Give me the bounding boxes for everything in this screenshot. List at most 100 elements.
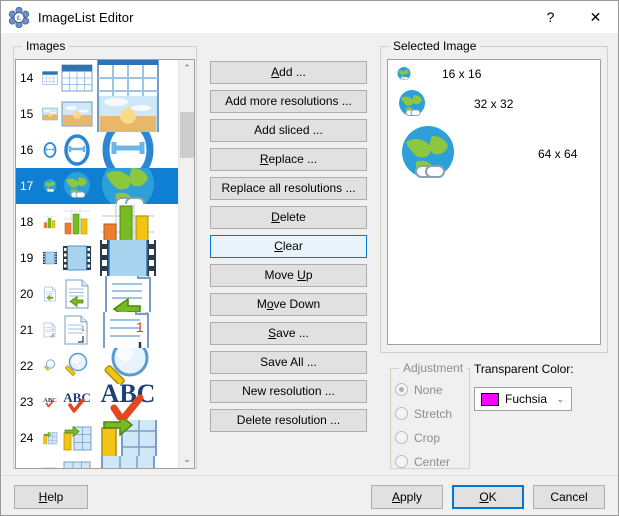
table-insert-row-icon [42,466,58,468]
transparent-color-value: Fuchsia [505,392,556,406]
film-strip-icon [96,240,160,276]
image-list-rows: 14151617181920211112223ABCABCABC2425 [16,60,179,468]
imagelist-editor-dialog: IL ImageList Editor ? ✕ Images 141516171… [0,0,619,516]
chevron-down-icon[interactable]: ⌄ [556,394,569,405]
blue-oval-icon [61,134,93,166]
cancel-button[interactable]: Cancel [533,485,605,509]
selected-image-resolution-row: 16 x 16 [396,66,481,82]
image-list-row[interactable]: 22 [16,348,179,384]
image-list-row-previews [42,60,160,96]
new-resolution-button[interactable]: New resolution ... [210,380,367,403]
document-numbering-icon: 1 [61,314,93,346]
bar-chart-icon [96,204,160,240]
delete-resolution-button[interactable]: Delete resolution ... [210,409,367,432]
image-list-row[interactable]: 15 [16,96,179,132]
image-list-row[interactable]: 24 [16,420,179,456]
selected-image-preview-panel: 16 x 1632 x 3264 x 64 [387,59,601,345]
move-down-button[interactable]: Move Down [210,293,367,316]
adjustment-option-label: None [414,383,443,397]
image-list-row[interactable]: 23ABCABCABC [16,384,179,420]
bar-chart-icon [42,214,58,230]
bar-chart-icon [61,206,93,238]
globe-link-icon [396,88,428,120]
blue-oval-icon [96,132,160,168]
transparent-color-combobox[interactable]: Fuchsia ⌄ [474,387,572,411]
delete-button[interactable]: Delete [210,206,367,229]
save-button[interactable]: Save ... [210,322,367,345]
scroll-up-icon[interactable]: ⌃ [179,60,195,77]
document-green-arrow-icon [61,278,93,310]
action-button-column: Add ... Add more resolutions ... Add slice… [210,61,367,438]
image-list-scrollbar[interactable]: ⌃ ⌄ [178,60,194,468]
move-up-button[interactable]: Move Up [210,264,367,287]
scroll-down-icon[interactable]: ⌄ [179,451,195,468]
image-list-row[interactable]: 21111 [16,312,179,348]
selected-image-resolution-label: 16 x 16 [442,67,481,81]
replace-all-resolutions-button[interactable]: Replace all resolutions ... [210,177,367,200]
abc-spellcheck-icon: ABC [42,394,58,410]
sunset-photo-icon [42,106,58,122]
replace-button[interactable]: Replace ... [210,148,367,171]
image-list-row-index: 24 [16,431,42,445]
adjustment-option-label: Stretch [414,407,452,421]
help-button[interactable]: Help [14,485,88,509]
image-list-row[interactable]: 20 [16,276,179,312]
sunset-photo-icon [61,98,93,130]
adjustment-option-none[interactable]: None [395,379,469,400]
image-list[interactable]: 14151617181920211112223ABCABCABC2425 ⌃ ⌄ [15,59,195,469]
radio-icon[interactable] [395,407,408,420]
add-more-resolutions-button[interactable]: Add more resolutions ... [210,90,367,113]
add-button[interactable]: Add ... [210,61,367,84]
image-list-row[interactable]: 17 [16,168,179,204]
image-list-row[interactable]: 18 [16,204,179,240]
image-list-row-index: 16 [16,143,42,157]
save-all-button[interactable]: Save All ... [210,351,367,374]
clear-button[interactable]: Clear [210,235,367,258]
title-bar: IL ImageList Editor ? ✕ [1,1,618,33]
window-title: ImageList Editor [38,10,134,25]
adjustment-option-label: Crop [414,431,440,445]
adjustment-option-stretch[interactable]: Stretch [395,403,469,424]
adjustment-option-center[interactable]: Center [395,451,469,472]
globe-link-icon [396,66,412,82]
footer-separator [1,475,618,476]
table-grid-icon [42,70,58,86]
table-insert-row-icon [61,458,93,468]
radio-icon[interactable] [395,431,408,444]
image-list-row[interactable]: 14 [16,60,179,96]
blue-oval-icon [42,142,58,158]
images-group-title: Images [22,39,69,53]
close-icon[interactable]: ✕ [573,1,618,33]
image-list-row-previews [42,204,160,240]
film-strip-icon [42,250,58,266]
image-list-row-index: 22 [16,359,42,373]
image-list-row-index: 19 [16,251,42,265]
image-list-row[interactable]: 16 [16,132,179,168]
adjustment-group-title: Adjustment [399,361,467,375]
image-list-row[interactable]: 25 [16,456,179,468]
scrollbar-thumb[interactable] [180,112,194,158]
apply-button[interactable]: Apply [371,485,443,509]
radio-icon[interactable] [395,455,408,468]
image-list-row-previews [42,456,160,468]
document-green-arrow-icon [42,286,58,302]
image-list-row[interactable]: 19 [16,240,179,276]
table-insert-column-icon [42,430,58,446]
image-list-row-index: 14 [16,71,42,85]
image-list-row-previews: ABCABCABC [42,384,160,420]
adjustment-options: None Stretch Crop Center [395,379,469,475]
radio-icon[interactable] [395,383,408,396]
ok-button[interactable]: OK [452,485,524,509]
image-list-row-index: 20 [16,287,42,301]
svg-text:IL: IL [16,16,22,22]
globe-link-icon [96,168,160,204]
add-sliced-button[interactable]: Add sliced ... [210,119,367,142]
selected-image-resolution-row: 64 x 64 [396,122,577,186]
image-list-row-index: 25 [16,467,42,468]
svg-text:1: 1 [52,328,54,332]
adjustment-option-crop[interactable]: Crop [395,427,469,448]
abc-spellcheck-icon: ABC [96,384,160,420]
help-titlebar-button[interactable]: ? [528,1,573,33]
table-insert-row-icon [96,456,160,468]
selected-image-resolution-label: 64 x 64 [538,147,577,161]
